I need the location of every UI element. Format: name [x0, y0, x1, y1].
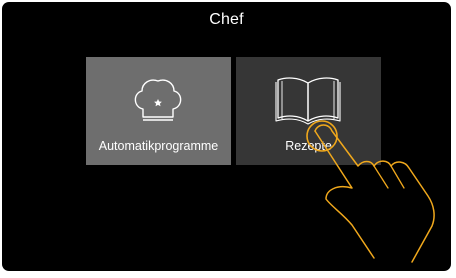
- recipes-tile[interactable]: Rezepte: [236, 57, 381, 165]
- automatic-programs-tile[interactable]: Automatikprogramme: [86, 57, 231, 165]
- tile-label-automatic-programs: Automatikprogramme: [98, 139, 219, 153]
- open-book-icon: [275, 77, 341, 125]
- page-title: Chef: [209, 11, 244, 28]
- tile-label-recipes: Rezepte: [285, 139, 332, 153]
- chef-hat-icon: [134, 79, 182, 121]
- display-screen: Chef Automatikprogramme Rezepte: [2, 2, 451, 271]
